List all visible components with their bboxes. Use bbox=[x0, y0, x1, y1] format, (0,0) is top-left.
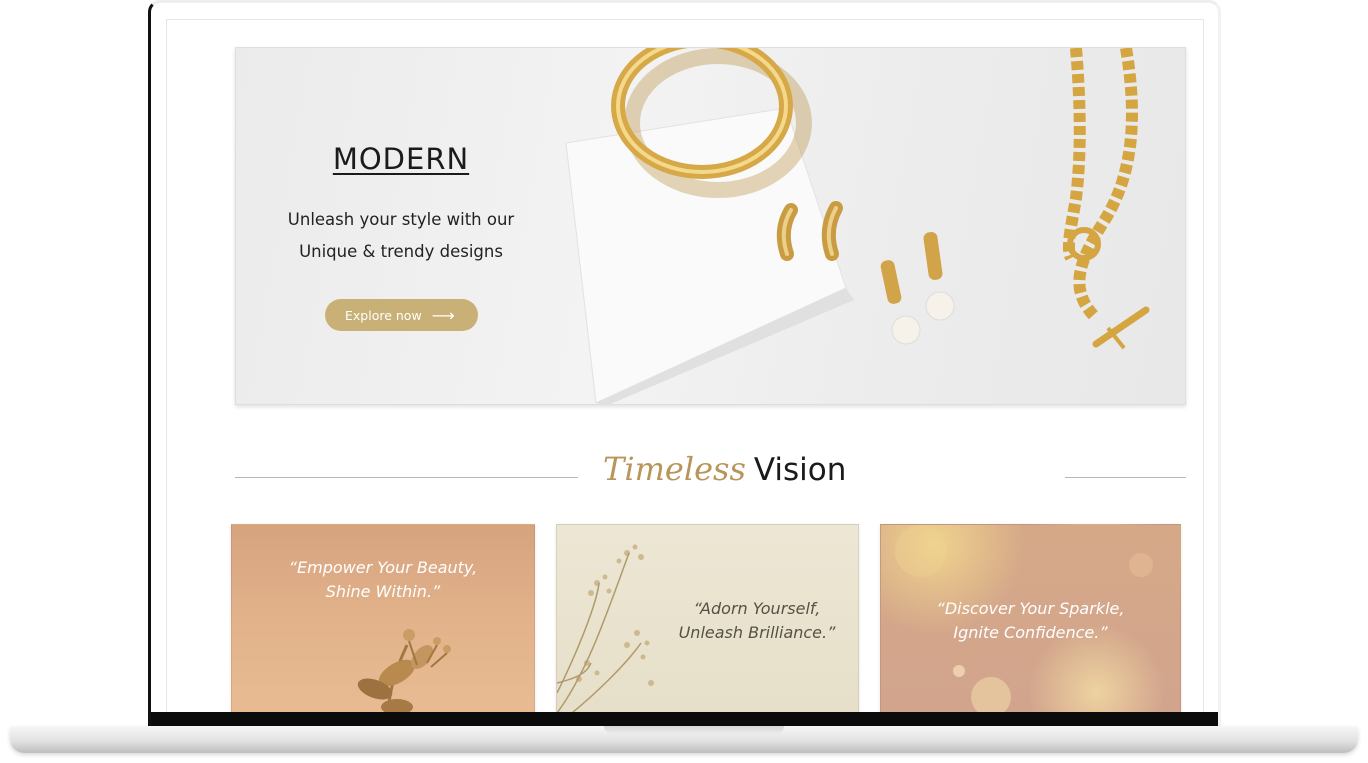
arrow-right-icon: ⟶ bbox=[431, 305, 455, 325]
laptop-screen: MODERN Unleash your style with our Uniqu… bbox=[148, 0, 1221, 728]
hero-subtitle-line2: Unique & trendy designs bbox=[299, 242, 503, 261]
quote-line1: “Empower Your Beauty, bbox=[288, 558, 478, 577]
quote-line2: Unleash Brilliance.” bbox=[678, 623, 836, 642]
gold-chain-necklace-icon bbox=[1062, 48, 1150, 350]
hero-banner: MODERN Unleash your style with our Uniqu… bbox=[235, 47, 1186, 405]
quote-line2: Ignite Confidence.” bbox=[953, 623, 1108, 642]
hero-subtitle-line1: Unleash your style with our bbox=[287, 210, 515, 229]
explore-now-label: Explore now bbox=[345, 307, 422, 323]
laptop-notch bbox=[604, 726, 784, 734]
quote-card-adorn[interactable]: “Adorn Yourself, Unleash Brilliance.” bbox=[556, 524, 859, 716]
section-title-script: Timeless bbox=[603, 450, 746, 488]
jewelry-product-image bbox=[565, 48, 1150, 404]
quote-line2: Shine Within.” bbox=[325, 582, 441, 601]
heading-divider-left bbox=[235, 477, 578, 478]
web-page: MODERN Unleash your style with our Uniqu… bbox=[166, 19, 1204, 716]
quote-line1: “Discover Your Sparkle, bbox=[936, 599, 1125, 618]
quote-line1: “Adorn Yourself, bbox=[693, 599, 821, 618]
white-platform-shape bbox=[565, 107, 854, 404]
quote-text: “Empower Your Beauty, Shine Within.” bbox=[232, 556, 534, 604]
quote-text: “Adorn Yourself, Unleash Brilliance.” bbox=[652, 597, 858, 645]
hero-text-block: MODERN Unleash your style with our Uniqu… bbox=[236, 48, 566, 404]
gold-flower-icon bbox=[357, 629, 451, 715]
section-heading: Timeless Vision bbox=[235, 450, 1186, 500]
explore-now-button[interactable]: Explore now ⟶ bbox=[325, 299, 478, 331]
hero-title: MODERN bbox=[332, 142, 470, 176]
pearl-drop-earrings-icon bbox=[880, 232, 955, 345]
heading-divider-right bbox=[1065, 477, 1186, 478]
section-title-plain: Vision bbox=[753, 452, 847, 488]
quote-card-empower[interactable]: “Empower Your Beauty, Shine Within.” bbox=[231, 524, 535, 716]
section-title: Timeless Vision bbox=[603, 450, 846, 488]
laptop-base bbox=[10, 726, 1358, 753]
quote-text: “Discover Your Sparkle, Ignite Confidenc… bbox=[881, 597, 1180, 645]
quote-card-discover[interactable]: “Discover Your Sparkle, Ignite Confidenc… bbox=[880, 524, 1181, 716]
